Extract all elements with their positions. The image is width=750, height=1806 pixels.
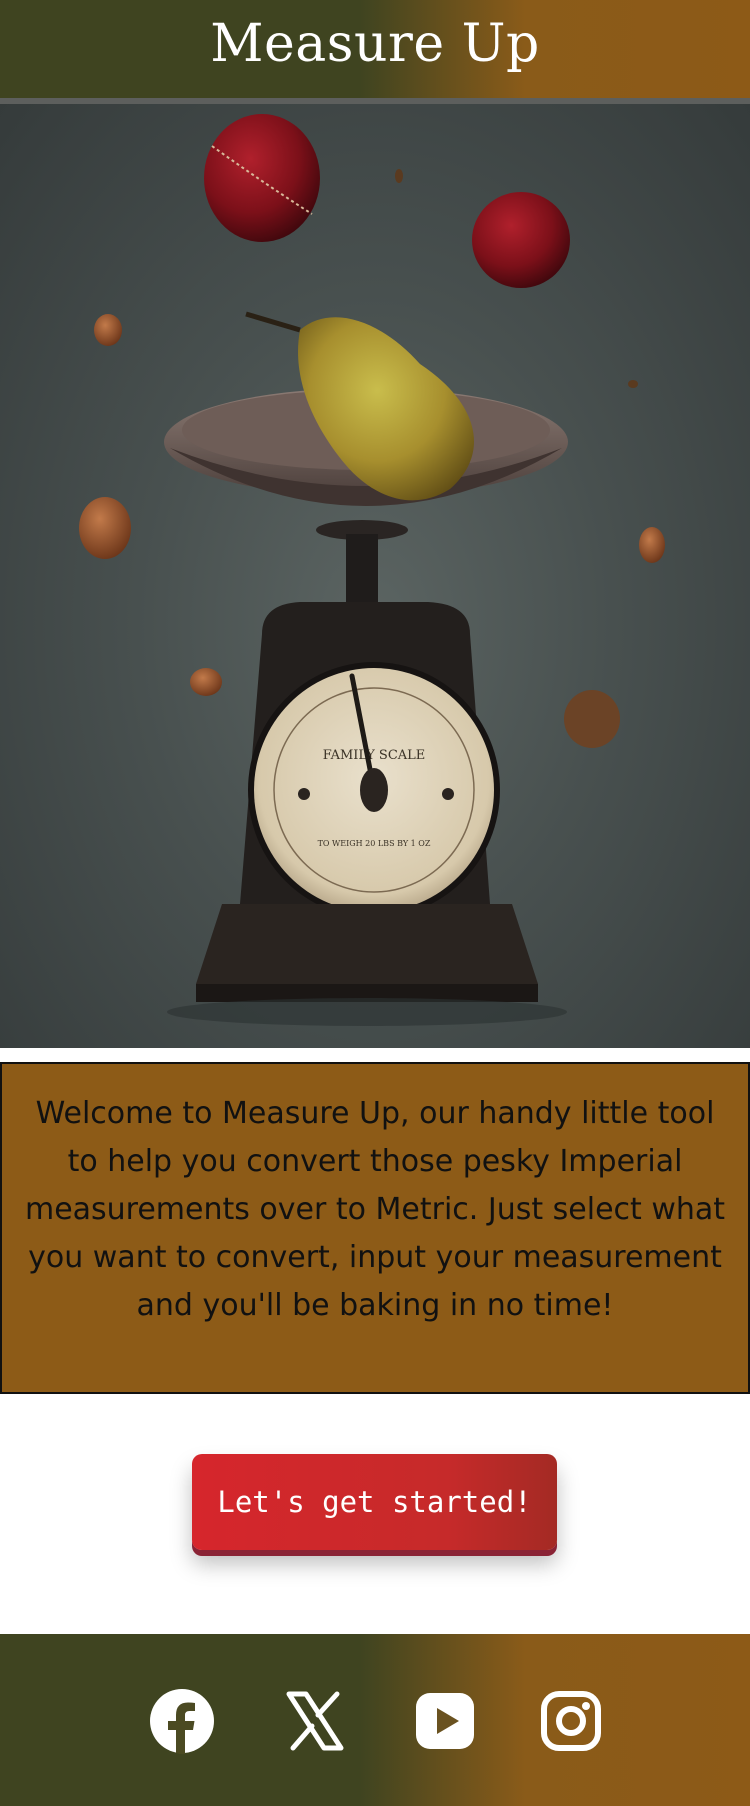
kitchen-scale-illustration: FAMILY SCALE TO WEIGH 20 LBS BY 1 OZ	[79, 114, 665, 1026]
instagram-icon[interactable]	[536, 1686, 606, 1756]
get-started-button[interactable]: Let's get started!	[192, 1454, 557, 1550]
red-apple	[472, 192, 570, 288]
intro-panel: Welcome to Measure Up, our handy little …	[0, 1062, 750, 1394]
cricket-ball	[204, 114, 320, 242]
shallot	[79, 497, 131, 559]
svg-text:TO WEIGH 20 LBS BY 1 OZ: TO WEIGH 20 LBS BY 1 OZ	[318, 839, 431, 848]
intro-text: Welcome to Measure Up, our handy little …	[24, 1096, 726, 1323]
hero-image: FAMILY SCALE TO WEIGH 20 LBS BY 1 OZ	[0, 104, 750, 1048]
walnut	[564, 690, 620, 748]
x-twitter-icon[interactable]	[280, 1686, 350, 1756]
facebook-icon[interactable]	[147, 1686, 217, 1756]
site-footer	[0, 1634, 750, 1806]
page-title: Measure Up	[210, 14, 540, 74]
youtube-icon[interactable]	[410, 1686, 480, 1756]
svg-text:FAMILY SCALE: FAMILY SCALE	[323, 748, 426, 763]
